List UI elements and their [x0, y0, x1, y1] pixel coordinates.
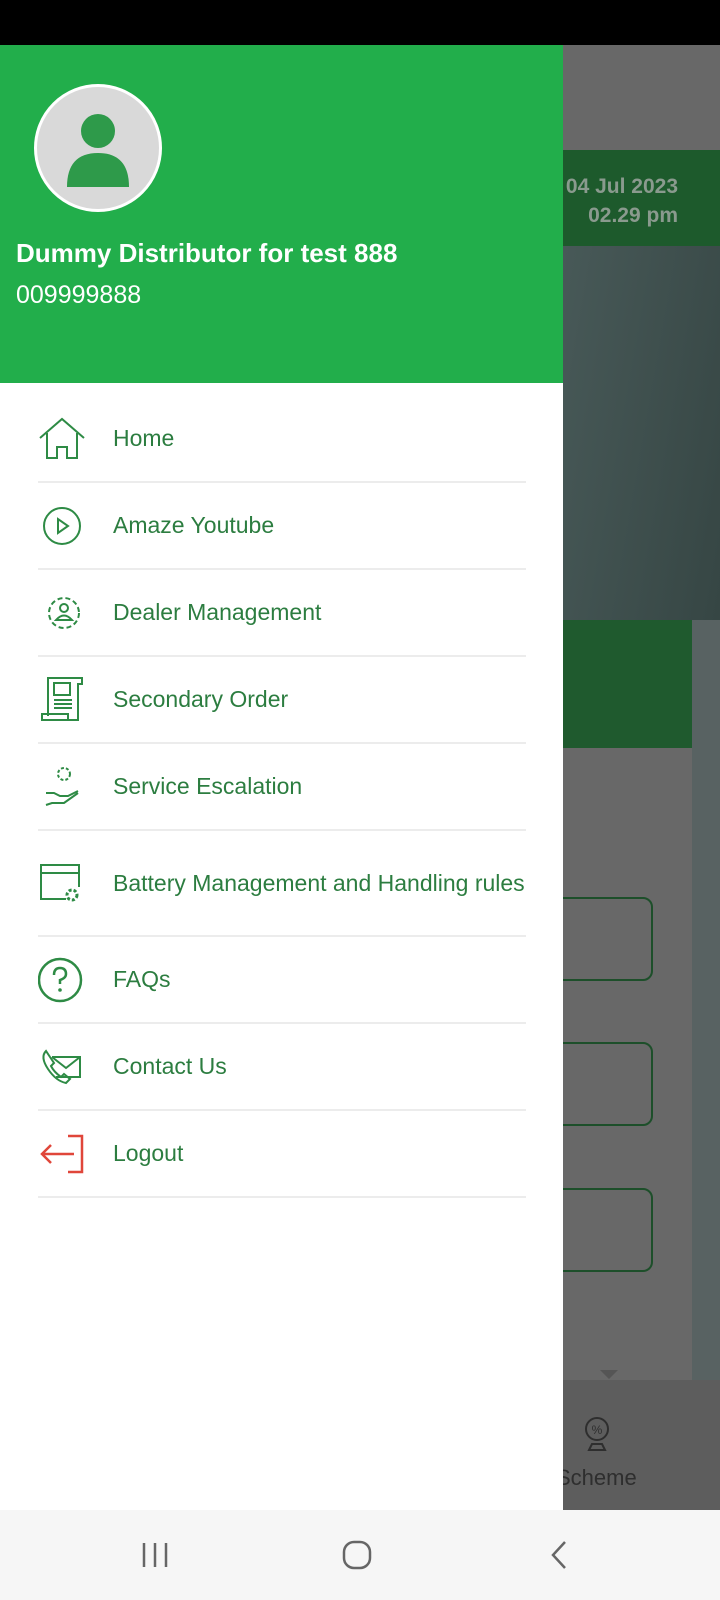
- back-icon: [551, 1541, 566, 1569]
- menu-item-label: Home: [113, 425, 175, 451]
- menu-item-label: Service Escalation: [113, 773, 303, 799]
- menu-item-logout[interactable]: Logout: [38, 1111, 526, 1198]
- menu-item-amaze-youtube[interactable]: Amaze Youtube: [38, 483, 526, 570]
- back-button[interactable]: [534, 1532, 584, 1578]
- scheme-icon: %: [585, 1417, 609, 1451]
- browser-settings-icon: [40, 864, 80, 902]
- menu-item-label: Secondary Order: [113, 686, 289, 712]
- user-phone: 009999888: [16, 281, 142, 309]
- avatar[interactable]: [34, 84, 162, 212]
- system-nav-bar: [0, 1510, 720, 1600]
- recent-apps-icon: [142, 1543, 168, 1567]
- menu-item-battery-management[interactable]: Battery Management and Handling rules: [38, 831, 526, 937]
- caret-down-icon: [600, 1370, 618, 1379]
- svg-text:%: %: [592, 1423, 603, 1437]
- menu-item-label: Amaze Youtube: [113, 512, 275, 538]
- menu-item-label: Dealer Management: [113, 599, 322, 625]
- home-icon: [39, 417, 85, 459]
- recent-apps-button[interactable]: [130, 1532, 180, 1578]
- service-hand-gear-icon: [45, 766, 79, 806]
- drawer-menu: Home Amaze Youtube Dealer Management Sec…: [0, 383, 563, 1198]
- user-gear-icon: [48, 596, 80, 629]
- menu-item-service-escalation[interactable]: Service Escalation: [38, 744, 526, 831]
- status-bar: [0, 0, 720, 45]
- play-circle-icon: [43, 506, 81, 545]
- home-circle-icon: [342, 1540, 372, 1570]
- logout-icon: [40, 1134, 84, 1173]
- contact-phone-mail-icon: [42, 1048, 81, 1084]
- tab-scheme: Scheme: [556, 1465, 637, 1490]
- menu-item-faqs[interactable]: FAQs: [38, 937, 526, 1024]
- home-button[interactable]: [332, 1532, 382, 1578]
- order-scroll-icon: [41, 676, 83, 721]
- menu-item-secondary-order[interactable]: Secondary Order: [38, 657, 526, 744]
- menu-item-dealer-management[interactable]: Dealer Management: [38, 570, 526, 657]
- drawer-header: Dummy Distributor for test 888 009999888: [0, 45, 563, 383]
- side-strip: [692, 620, 720, 1380]
- question-circle-icon: [38, 957, 83, 1002]
- navigation-drawer: Dummy Distributor for test 888 009999888…: [0, 45, 563, 1510]
- menu-item-contact-us[interactable]: Contact Us: [38, 1024, 526, 1111]
- user-name: Dummy Distributor for test 888: [16, 238, 398, 268]
- menu-item-label: FAQs: [113, 966, 171, 992]
- user-avatar-icon: [67, 114, 129, 187]
- menu-item-label: Battery Management and Handling rules: [113, 869, 525, 896]
- menu-item-home[interactable]: Home: [38, 396, 526, 483]
- menu-item-label: Contact Us: [113, 1053, 227, 1079]
- menu-item-label: Logout: [113, 1140, 184, 1166]
